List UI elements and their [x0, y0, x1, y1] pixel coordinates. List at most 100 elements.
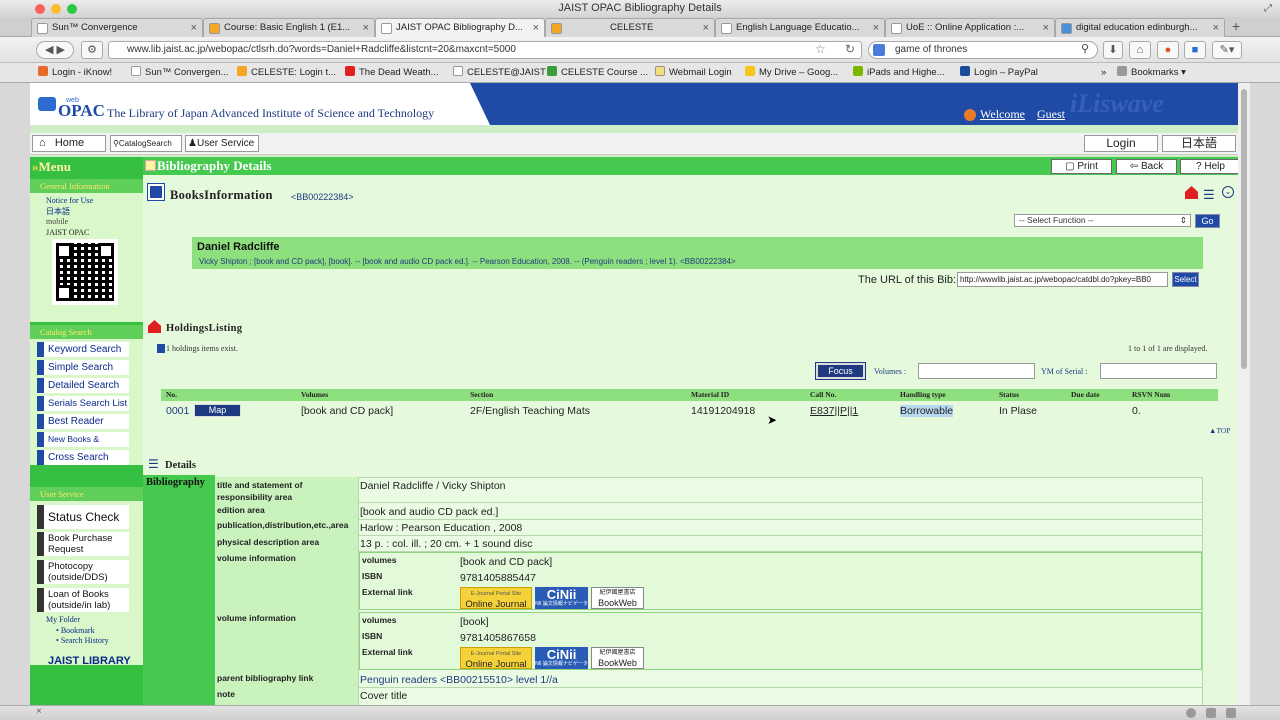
print-button[interactable]: ▢ Print [1051, 159, 1112, 174]
bookmark-celeste-jaist[interactable]: CELESTE@JAIST [453, 63, 546, 83]
top-link[interactable]: ▲TOP [1209, 426, 1230, 435]
scroll-down-icon[interactable]: ⌄ [1222, 186, 1234, 198]
tab-celeste[interactable]: CELESTE × [545, 18, 715, 37]
detailed-search-button[interactable]: Detailed Search [37, 378, 129, 393]
bookmark-celeste-course[interactable]: CELESTE Course ... [547, 63, 648, 83]
addon-icon[interactable] [1206, 708, 1216, 718]
address-bar[interactable]: www.lib.jaist.ac.jp/webopac/ctlsrh.do?wo… [108, 41, 862, 59]
close-window-icon[interactable] [35, 4, 45, 14]
bookmarks-menu[interactable]: Bookmarks ▾ [1117, 63, 1186, 83]
holding-no-link[interactable]: 0001 [166, 405, 189, 417]
cinii-link[interactable]: CiNii NII 論文情報ナビゲータ [535, 647, 588, 669]
home-icon[interactable]: ⌂ [1129, 41, 1151, 59]
addon-icon[interactable] [1226, 708, 1236, 718]
user-service-button[interactable]: ♟User Service [185, 135, 259, 152]
back-forward-icon[interactable]: ◀ ▶ [36, 41, 74, 59]
bookmark-star-icon[interactable]: ☆ [815, 42, 826, 56]
online-journal-link[interactable]: E-Journal Portal Site Online Journal [460, 647, 532, 669]
bookmark-celeste-login[interactable]: CELESTE: Login t... [237, 63, 336, 83]
sidebar-toggle-icon[interactable]: ⚙ [81, 41, 103, 59]
holdings-home-icon[interactable] [1185, 186, 1198, 199]
close-tab-icon[interactable]: × [1043, 19, 1049, 37]
close-tab-icon[interactable]: × [191, 19, 197, 37]
tab-basic-english[interactable]: Course: Basic English 1 (E1... × [203, 18, 375, 37]
tools-menu-icon[interactable]: ✎▾ [1212, 41, 1242, 59]
tab-english-education[interactable]: English Language Educatio... × [715, 18, 885, 37]
list-icon[interactable]: ☰ [1203, 187, 1215, 203]
volumes-filter-input[interactable] [918, 363, 1035, 379]
bookmark-link[interactable]: • Bookmark [46, 626, 109, 637]
home-button[interactable]: ⌂ Home [32, 135, 106, 152]
loan-books-button[interactable]: Loan of Books (outside/in lab) [37, 588, 129, 612]
search-history-link[interactable]: • Search History [46, 636, 109, 647]
bookweb-link[interactable]: 紀伊國屋書店 BookWeb [591, 587, 644, 609]
fullscreen-icon[interactable]: ⤢ [1264, 0, 1272, 17]
map-button[interactable]: Map [194, 404, 241, 417]
help-button[interactable]: ? Help [1180, 159, 1238, 174]
addon-icon[interactable] [1186, 708, 1196, 718]
close-addon-bar-icon[interactable]: × [36, 706, 42, 717]
minimize-window-icon[interactable] [51, 4, 61, 14]
best-reader-button[interactable]: Best Reader [37, 414, 129, 429]
new-tab-icon[interactable]: + [1232, 18, 1240, 34]
my-folder-link[interactable]: My Folder [46, 615, 109, 626]
login-button[interactable]: Login [1084, 135, 1158, 152]
cross-search-button[interactable]: Cross Search [37, 450, 129, 465]
share-icon[interactable]: ■ [1184, 41, 1206, 59]
online-journal-small: E-Journal Portal Site [470, 591, 522, 597]
back-button[interactable]: ⇦ Back [1116, 159, 1177, 174]
go-button[interactable]: Go [1195, 214, 1220, 228]
keyword-search-button[interactable]: Keyword Search [37, 342, 129, 357]
close-tab-icon[interactable]: × [703, 19, 709, 37]
status-check-button[interactable]: Status Check [37, 505, 129, 529]
bookmark-paypal[interactable]: Login – PayPal [960, 63, 1038, 83]
zoom-window-icon[interactable] [67, 4, 77, 14]
ym-serial-input[interactable] [1100, 363, 1217, 379]
select-function-dropdown[interactable]: -- Select Function -- ⇕ [1014, 214, 1191, 227]
bookmark-iknow[interactable]: Login - iKnow! [38, 63, 112, 83]
bib-url-field[interactable]: http://wwwlib.jaist.ac.jp/webopac/catdbl… [957, 272, 1168, 287]
serials-search-button[interactable]: Serials Search List [37, 396, 129, 411]
bookmark-dead-weather[interactable]: The Dead Weath... [345, 63, 439, 83]
welcome-link[interactable]: Welcome [980, 107, 1025, 122]
catalog-search-button[interactable]: ⚲CatalogSearch [110, 135, 182, 152]
bookmark-ipads[interactable]: iPads and Highe... [853, 63, 945, 83]
tab-jaist-opac[interactable]: JAIST OPAC Bibliography D... × [375, 18, 545, 38]
tab-uoe-application[interactable]: UoE :: Online Application :... × [885, 18, 1055, 37]
close-tab-icon[interactable]: × [873, 19, 879, 37]
tab-label: digital education edinburgh... [1076, 22, 1198, 33]
close-tab-icon[interactable]: × [363, 19, 369, 37]
bookweb-link[interactable]: 紀伊國屋書店 BookWeb [591, 647, 644, 669]
search-icon[interactable]: ⚲ [1081, 42, 1089, 55]
close-tab-icon[interactable]: × [1213, 19, 1219, 37]
bookmarks-overflow-icon[interactable]: » [1101, 63, 1106, 83]
bookmark-sun-convergence[interactable]: Sun™ Convergen... [131, 63, 228, 83]
search-input[interactable]: game of thrones [868, 41, 1098, 59]
volume-info-block-1: volumes [book and CD pack] ISBN 97814058… [359, 552, 1202, 610]
parent-bib-link[interactable]: Penguin readers <BB00215510> level 1//a [360, 674, 558, 686]
download-icon[interactable]: ⬇ [1103, 41, 1123, 59]
cinii-label: CiNii [546, 587, 577, 602]
reload-icon[interactable]: ↻ [845, 42, 855, 56]
new-books-button[interactable]: New Books & Journals [37, 432, 129, 459]
book-purchase-button[interactable]: Book Purchase Request [37, 532, 129, 556]
extension-icon[interactable]: ● [1157, 41, 1179, 59]
japanese-button[interactable]: 日本語 [1162, 135, 1236, 152]
tab-sun-convergence[interactable]: Sun™ Convergence × [31, 18, 203, 37]
online-journal-link[interactable]: E-Journal Portal Site Online Journal [460, 587, 532, 609]
close-tab-icon[interactable]: × [533, 19, 539, 37]
photocopy-button[interactable]: Photocopy (outside/DDS) [37, 560, 129, 584]
japanese-link[interactable]: 日本語 [46, 207, 93, 218]
notice-link[interactable]: Notice for Use [46, 196, 93, 207]
bookmark-webmail[interactable]: Webmail Login [655, 63, 732, 83]
holding-call-no-link[interactable]: E837||P||1 [810, 405, 858, 417]
guest-link[interactable]: Guest [1037, 107, 1065, 122]
simple-search-button[interactable]: Simple Search [37, 360, 129, 375]
page-scrollbar[interactable] [1238, 83, 1250, 705]
scrollbar-thumb[interactable] [1241, 89, 1247, 369]
cinii-link[interactable]: CiNii NII 論文情報ナビゲータ [535, 587, 588, 609]
focus-button[interactable]: Focus [815, 362, 866, 380]
select-url-button[interactable]: Select [1172, 272, 1199, 287]
tab-digital-education[interactable]: digital education edinburgh... × [1055, 18, 1225, 37]
bookmark-my-drive[interactable]: My Drive – Goog... [745, 63, 838, 83]
